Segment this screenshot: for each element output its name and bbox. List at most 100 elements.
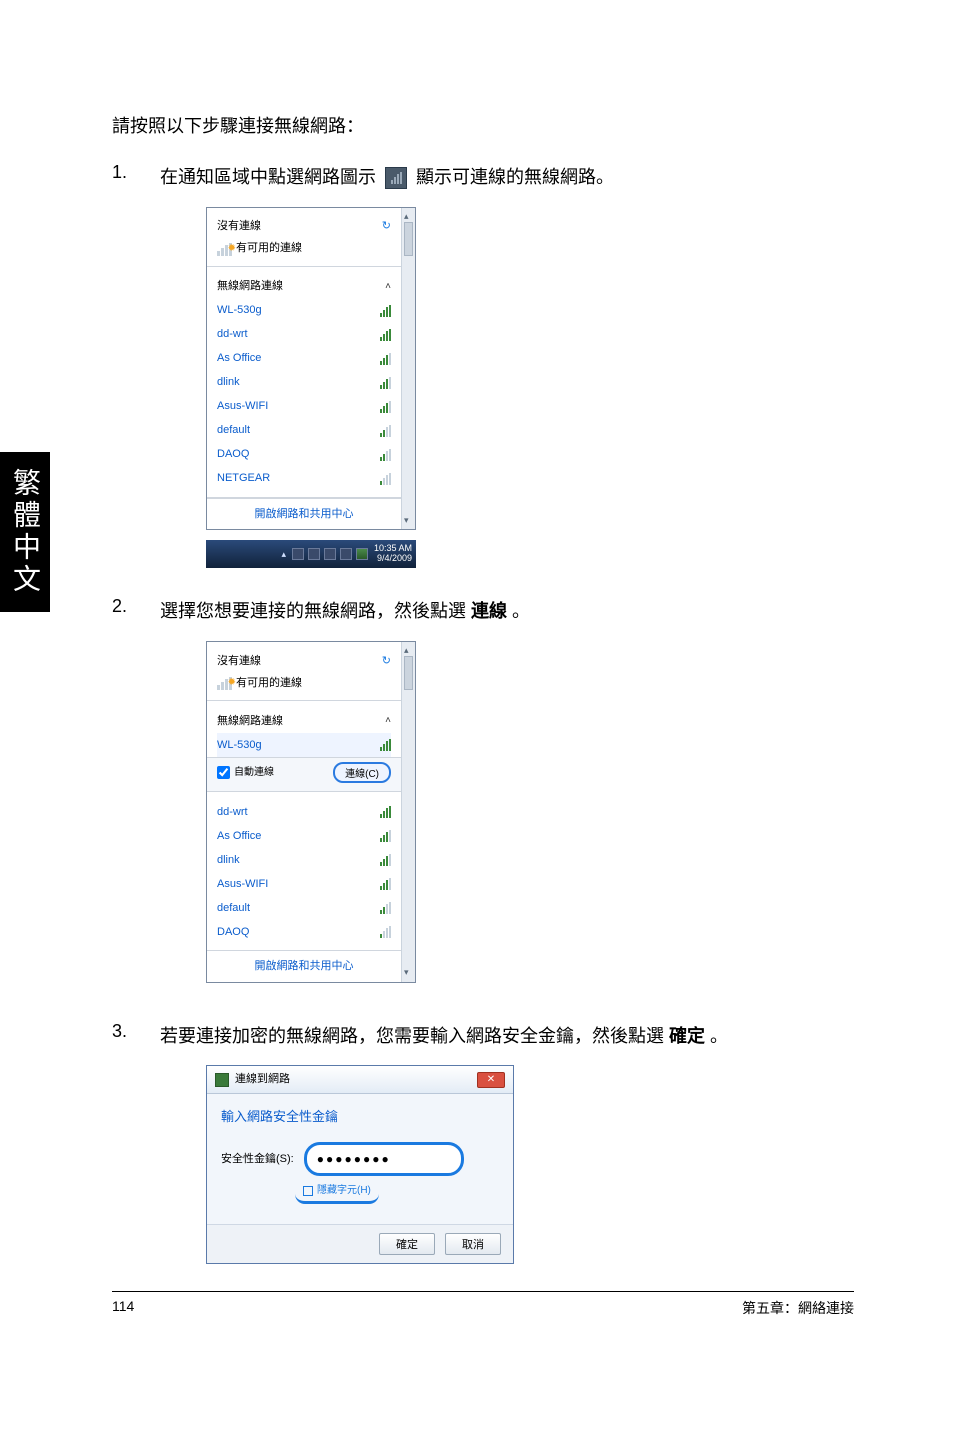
collapse-caret-icon[interactable]: ˄	[385, 712, 391, 729]
open-network-center-link[interactable]: 開啟網路和共用中心	[207, 950, 401, 982]
tray-clock[interactable]: 10:35 AM 9/4/2009	[374, 544, 412, 564]
step-1-text-b: 顯示可連線的無線網路。	[416, 167, 614, 187]
connections-available-label: 有可用的連線	[236, 239, 302, 258]
hide-characters-checkbox[interactable]: 隱藏字元(H)	[295, 1182, 379, 1204]
step-3-number: 3.	[112, 1021, 160, 1042]
step-1-text-a: 在通知區域中點選網路圖示	[160, 167, 376, 187]
page-number: 114	[112, 1298, 134, 1318]
wifi-item[interactable]: As Office	[217, 347, 391, 371]
wifi-item[interactable]: dd-wrt	[217, 323, 391, 347]
wifi-item[interactable]: dd-wrt	[217, 800, 391, 824]
dialog-app-icon	[215, 1073, 229, 1087]
refresh-icon[interactable]: ↻	[382, 217, 391, 236]
connect-button[interactable]: 連線(C)	[333, 762, 391, 783]
signal-icon	[380, 329, 391, 341]
no-connection-label: 沒有連線	[217, 217, 261, 236]
security-key-input[interactable]: ●●●●●●●●	[304, 1142, 464, 1176]
wifi-section-header: 無線網路連線	[217, 712, 283, 731]
signal-icon	[380, 878, 391, 890]
wifi-item[interactable]: Asus-WIFI	[217, 395, 391, 419]
autoconnect-checkbox[interactable]: 自動連線	[217, 764, 274, 781]
scroll-down-icon[interactable]: ▾	[404, 513, 409, 528]
tray-chevron-icon[interactable]: ▴	[281, 547, 286, 562]
tray-shield-icon[interactable]	[308, 548, 320, 560]
step-3-keyword-ok: 確定	[669, 1026, 705, 1046]
signal-icon	[380, 902, 391, 914]
step-2: 2. 選擇您想要連接的無線網路，然後點選 連線 。 沒有連線 ↻	[112, 596, 854, 992]
signal-icon	[380, 926, 391, 938]
wifi-item[interactable]: dlink	[217, 848, 391, 872]
signal-icon	[380, 377, 391, 389]
wifi-item[interactable]: NETGEAR	[217, 467, 391, 491]
wifi-item[interactable]: Asus-WIFI	[217, 872, 391, 896]
tray-volume-icon[interactable]	[324, 548, 336, 560]
security-key-label: 安全性金鑰(S):	[221, 1150, 294, 1169]
wifi-selected-name: WL-530g	[217, 736, 262, 755]
step-3-text-a: 若要連接加密的無線網路，您需要輸入網路安全金鑰，然後點選	[160, 1026, 669, 1046]
signal-icon	[380, 425, 391, 437]
tray-network-icon	[385, 167, 407, 189]
step-3-text-c: 。	[705, 1026, 728, 1046]
connections-available-label: 有可用的連線	[236, 674, 302, 693]
tray-network-icon[interactable]	[356, 548, 368, 560]
checkbox-icon	[303, 1186, 313, 1196]
chapter-label: 第五章：網絡連接	[742, 1298, 854, 1318]
intro-text: 請按照以下步驟連接無線網路：	[112, 112, 854, 138]
step-1: 1. 在通知區域中點選網路圖示 顯示可連線的無線網路。	[112, 162, 854, 568]
no-connection-label: 沒有連線	[217, 652, 261, 671]
page-body: 請按照以下步驟連接無線網路： 1. 在通知區域中點選網路圖示 顯示可連線的無線網…	[0, 0, 954, 1438]
signal-with-alert-icon: ✹	[217, 676, 232, 690]
step-2-text-a: 選擇您想要連接的無線網路，然後點選	[160, 601, 471, 621]
signal-icon	[380, 401, 391, 413]
autoconnect-input[interactable]	[217, 766, 230, 779]
dialog-title-text: 連線到網路	[235, 1070, 290, 1089]
step-2-number: 2.	[112, 596, 160, 617]
signal-icon	[380, 739, 391, 751]
scrollbar[interactable]: ▴ ▾	[401, 208, 415, 530]
page-footer: 114 第五章：網絡連接	[112, 1291, 854, 1318]
wifi-item-selected[interactable]: WL-530g	[217, 733, 391, 757]
close-button[interactable]: ✕	[477, 1072, 505, 1088]
wifi-item[interactable]: default	[217, 896, 391, 920]
wifi-item[interactable]: DAOQ	[217, 920, 391, 944]
wifi-item[interactable]: As Office	[217, 824, 391, 848]
refresh-icon[interactable]: ↻	[382, 652, 391, 671]
scroll-thumb[interactable]	[404, 222, 413, 256]
signal-icon	[380, 830, 391, 842]
tray-flag-icon[interactable]	[292, 548, 304, 560]
signal-icon	[380, 806, 391, 818]
signal-with-alert-icon: ✹	[217, 242, 232, 256]
signal-icon	[380, 854, 391, 866]
signal-icon	[380, 449, 391, 461]
wifi-section-header: 無線網路連線	[217, 277, 283, 296]
step-2-keyword-connect: 連線	[471, 601, 507, 621]
wifi-item[interactable]: DAOQ	[217, 443, 391, 467]
signal-icon	[380, 473, 391, 485]
ok-button[interactable]: 確定	[379, 1233, 435, 1255]
tray-action-icon[interactable]	[340, 548, 352, 560]
security-key-dialog: 連線到網路 ✕ 輸入網路安全性金鑰 安全性金鑰(S): ●●●●●●●● 隱藏字…	[206, 1065, 514, 1264]
tray-date: 9/4/2009	[374, 554, 412, 564]
dialog-heading: 輸入網路安全性金鑰	[207, 1094, 513, 1134]
autoconnect-label: 自動連線	[234, 764, 274, 781]
step-1-number: 1.	[112, 162, 160, 183]
scroll-down-icon[interactable]: ▾	[404, 965, 409, 980]
collapse-caret-icon[interactable]: ˄	[385, 278, 391, 295]
scroll-thumb[interactable]	[404, 656, 413, 690]
open-network-center-link[interactable]: 開啟網路和共用中心	[207, 498, 401, 530]
wifi-popup-1: 沒有連線 ↻ ✹ 有可用的連線	[206, 207, 416, 531]
wifi-item[interactable]: WL-530g	[217, 299, 391, 323]
autoconnect-row: 自動連線 連線(C)	[207, 758, 401, 792]
signal-icon	[380, 305, 391, 317]
wifi-popup-2: 沒有連線 ↻ ✹ 有可用的連線	[206, 641, 416, 983]
hide-characters-label: 隱藏字元(H)	[317, 1182, 371, 1199]
step-3: 3. 若要連接加密的無線網路，您需要輸入網路安全金鑰，然後點選 確定 。 連線到…	[112, 1021, 854, 1265]
signal-icon	[380, 353, 391, 365]
wifi-item[interactable]: dlink	[217, 371, 391, 395]
step-2-text-c: 。	[507, 601, 530, 621]
tray-icons	[292, 548, 368, 560]
cancel-button[interactable]: 取消	[445, 1233, 501, 1255]
dialog-titlebar: 連線到網路 ✕	[207, 1066, 513, 1094]
scrollbar[interactable]: ▴ ▾	[401, 642, 415, 982]
wifi-item[interactable]: default	[217, 419, 391, 443]
